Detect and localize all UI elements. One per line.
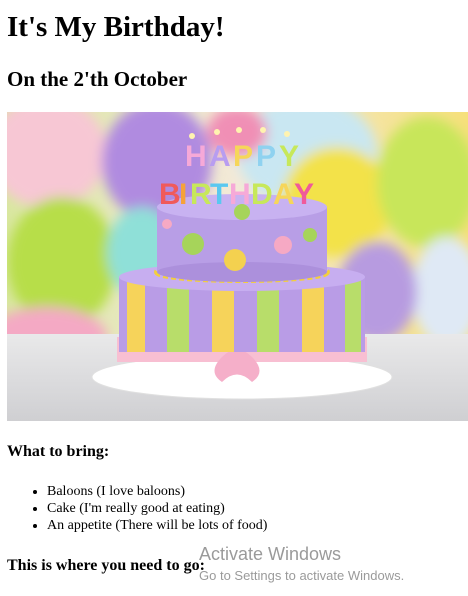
svg-text:A: A [273,178,295,211]
svg-text:R: R [190,178,212,211]
svg-text:Y: Y [294,178,314,211]
what-to-bring-heading: What to bring: [7,443,110,460]
watermark-subtitle: Go to Settings to activate Windows. [199,568,405,583]
activate-windows-watermark: Activate Windows Go to Settings to activ… [199,543,464,584]
birthday-cake-image: H A P P Y B I R T H D A Y [7,112,468,421]
svg-text:P: P [233,140,253,173]
svg-text:T: T [210,178,228,211]
bring-list: Baloons (I love baloons) Cake (I'm reall… [7,483,267,534]
list-item: Cake (I'm really good at eating) [47,500,267,517]
svg-text:H: H [229,178,251,211]
list-item: An appetite (There will be lots of food) [47,517,267,534]
svg-text:H: H [185,140,207,173]
svg-text:D: D [251,178,273,211]
svg-text:A: A [209,140,231,173]
list-item: Baloons (I love baloons) [47,483,267,500]
svg-text:Y: Y [279,140,299,173]
location-heading: This is where you need to go: [7,557,205,574]
page-title: It's My Birthday! [7,11,225,43]
cake-illustration: H A P P Y B I R T H D A Y [7,112,468,421]
svg-text:P: P [256,140,276,173]
watermark-title: Activate Windows [199,544,342,564]
svg-text:B: B [159,178,181,211]
svg-text:I: I [179,178,187,211]
page-subtitle: On the 2'th October [7,67,188,91]
